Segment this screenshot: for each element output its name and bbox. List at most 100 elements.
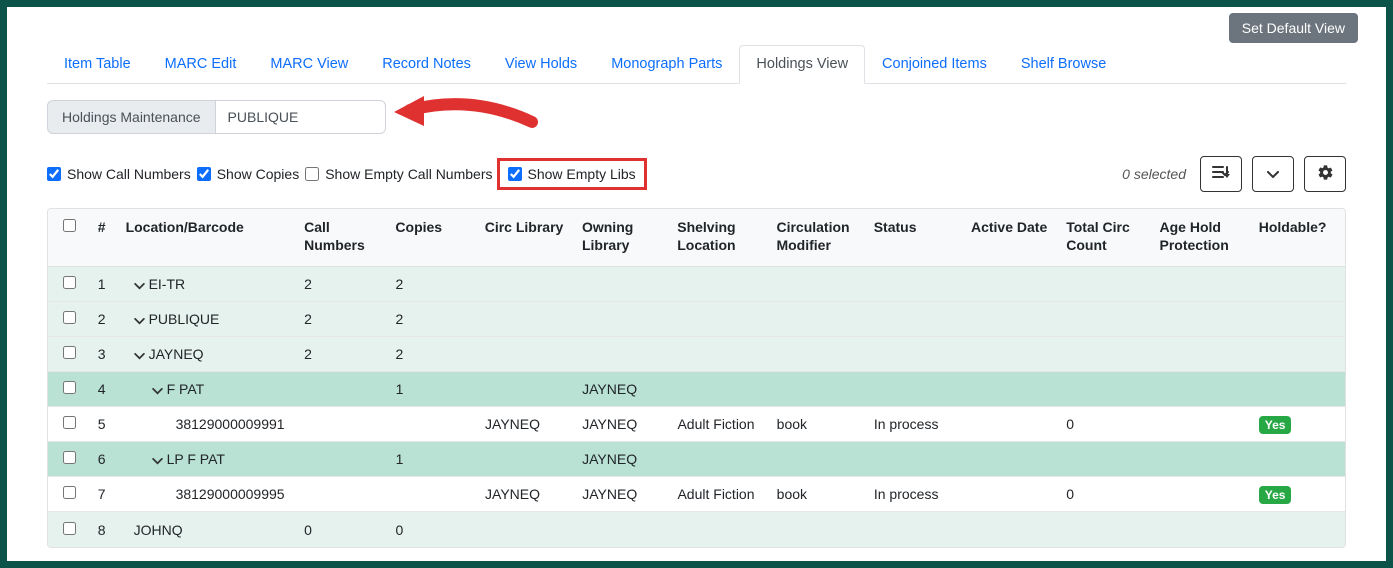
row-checkbox[interactable] bbox=[63, 311, 76, 324]
row-index: 8 bbox=[92, 514, 120, 546]
chevron-down-icon[interactable] bbox=[152, 452, 163, 468]
sort-list-icon bbox=[1212, 165, 1230, 184]
highlighted-filter-box: Show Empty Libs bbox=[497, 158, 647, 190]
active-date-cell bbox=[965, 451, 1060, 467]
column-header-owning-library[interactable]: Owning Library bbox=[576, 209, 671, 266]
age-hold-cell bbox=[1153, 346, 1252, 362]
row-checkbox[interactable] bbox=[63, 416, 76, 429]
show-empty-libs-label: Show Empty Libs bbox=[528, 166, 636, 182]
column-header-call-numbers[interactable]: Call Numbers bbox=[298, 209, 389, 266]
tab-conjoined-items[interactable]: Conjoined Items bbox=[865, 45, 1004, 83]
table-row[interactable]: 4F PAT1JAYNEQ bbox=[48, 372, 1345, 407]
age-hold-cell bbox=[1153, 522, 1252, 538]
tab-marc-view[interactable]: MARC View bbox=[253, 45, 365, 83]
tab-item-table[interactable]: Item Table bbox=[47, 45, 148, 83]
row-index: 5 bbox=[92, 408, 120, 440]
table-row[interactable]: 2PUBLIQUE22 bbox=[48, 302, 1345, 337]
active-date-cell bbox=[965, 486, 1060, 502]
column-header-circ-modifier[interactable]: Circulation Modifier bbox=[770, 209, 867, 266]
owning-library-cell bbox=[576, 311, 671, 327]
chevron-down-icon[interactable] bbox=[134, 312, 145, 328]
total-circ-cell bbox=[1060, 451, 1153, 467]
row-checkbox[interactable] bbox=[63, 346, 76, 359]
location-barcode-text: PUBLIQUE bbox=[149, 311, 220, 327]
show-empty-call-numbers-checkbox[interactable]: Show Empty Call Numbers bbox=[305, 166, 492, 182]
table-row[interactable]: 538129000009991JAYNEQJAYNEQAdult Fiction… bbox=[48, 407, 1345, 442]
active-date-cell bbox=[965, 276, 1060, 292]
status-cell bbox=[868, 346, 965, 362]
owning-library-cell bbox=[576, 522, 671, 538]
status-cell bbox=[868, 311, 965, 327]
dropdown-actions-button[interactable] bbox=[1252, 156, 1294, 192]
circ-modifier-cell bbox=[770, 276, 867, 292]
holdable-yes-badge: Yes bbox=[1259, 416, 1292, 434]
circ-library-cell bbox=[479, 451, 576, 467]
column-header-age-hold[interactable]: Age Hold Protection bbox=[1154, 209, 1253, 266]
column-header-status[interactable]: Status bbox=[868, 209, 965, 266]
active-date-cell bbox=[965, 381, 1060, 397]
row-checkbox[interactable] bbox=[63, 451, 76, 464]
tab-view-holds[interactable]: View Holds bbox=[488, 45, 594, 83]
location-barcode-text: LP F PAT bbox=[167, 451, 225, 467]
table-row[interactable]: 738129000009995JAYNEQJAYNEQAdult Fiction… bbox=[48, 477, 1345, 512]
holdable-cell bbox=[1253, 346, 1345, 362]
tab-marc-edit[interactable]: MARC Edit bbox=[148, 45, 254, 83]
row-checkbox[interactable] bbox=[63, 522, 76, 535]
call-numbers-cell bbox=[298, 486, 389, 502]
tab-record-notes[interactable]: Record Notes bbox=[365, 45, 488, 83]
table-row[interactable]: 3JAYNEQ22 bbox=[48, 337, 1345, 372]
shelving-location-cell bbox=[671, 346, 770, 362]
location-barcode-text: EI-TR bbox=[149, 276, 186, 292]
active-date-cell bbox=[965, 311, 1060, 327]
circ-library-cell bbox=[479, 311, 576, 327]
column-header-total-circ[interactable]: Total Circ Count bbox=[1060, 209, 1153, 266]
row-checkbox[interactable] bbox=[63, 276, 76, 289]
row-checkbox[interactable] bbox=[63, 486, 76, 499]
table-row[interactable]: 1EI-TR22 bbox=[48, 267, 1345, 302]
location-barcode-text: 38129000009995 bbox=[176, 486, 285, 502]
chevron-down-icon[interactable] bbox=[134, 277, 145, 293]
holdable-cell: Yes bbox=[1253, 478, 1345, 510]
circ-modifier-cell bbox=[770, 522, 867, 538]
copies-cell bbox=[390, 486, 479, 502]
column-header-shelving-location[interactable]: Shelving Location bbox=[671, 209, 770, 266]
location-barcode-text: 38129000009991 bbox=[176, 416, 285, 432]
location-barcode-cell: PUBLIQUE bbox=[120, 303, 299, 335]
column-header-copies[interactable]: Copies bbox=[389, 209, 478, 266]
record-tabs: Item TableMARC EditMARC ViewRecord Notes… bbox=[47, 45, 1346, 84]
table-row[interactable]: 6LP F PAT1JAYNEQ bbox=[48, 442, 1345, 477]
show-call-numbers-checkbox[interactable]: Show Call Numbers bbox=[47, 166, 191, 182]
selected-count: 0 selected bbox=[1122, 166, 1186, 182]
copies-cell bbox=[390, 416, 479, 432]
total-circ-cell bbox=[1060, 522, 1153, 538]
tab-shelf-browse[interactable]: Shelf Browse bbox=[1004, 45, 1123, 83]
select-all-checkbox[interactable] bbox=[63, 219, 76, 232]
tab-monograph-parts[interactable]: Monograph Parts bbox=[594, 45, 739, 83]
holdings-search-input[interactable] bbox=[216, 100, 386, 134]
tab-holdings-view[interactable]: Holdings View bbox=[739, 45, 865, 84]
column-header-circ-library[interactable]: Circ Library bbox=[479, 209, 576, 266]
row-index: 4 bbox=[92, 373, 120, 405]
settings-button[interactable] bbox=[1304, 156, 1346, 192]
sort-options-button[interactable] bbox=[1200, 156, 1242, 192]
table-row[interactable]: 8JOHNQ00 bbox=[48, 512, 1345, 547]
column-header-num[interactable]: # bbox=[92, 209, 120, 266]
total-circ-cell bbox=[1060, 311, 1153, 327]
show-copies-label: Show Copies bbox=[217, 166, 300, 182]
owning-library-cell: JAYNEQ bbox=[576, 408, 671, 440]
column-header-active-date[interactable]: Active Date bbox=[965, 209, 1060, 266]
chevron-down-icon[interactable] bbox=[134, 347, 145, 363]
copies-cell: 1 bbox=[390, 443, 479, 475]
column-header-holdable[interactable]: Holdable? bbox=[1253, 209, 1345, 266]
circ-library-cell bbox=[479, 381, 576, 397]
circ-modifier-cell bbox=[771, 381, 868, 397]
circ-library-cell: JAYNEQ bbox=[479, 408, 576, 440]
row-checkbox[interactable] bbox=[63, 381, 76, 394]
shelving-location-cell bbox=[671, 522, 770, 538]
holdings-maintenance-button[interactable]: Holdings Maintenance bbox=[47, 100, 216, 134]
show-empty-libs-checkbox[interactable]: Show Empty Libs bbox=[508, 166, 636, 182]
column-header-location[interactable]: Location/Barcode bbox=[120, 209, 299, 266]
show-copies-checkbox[interactable]: Show Copies bbox=[197, 166, 300, 182]
chevron-down-icon[interactable] bbox=[152, 382, 163, 398]
grid-header-row: # Location/Barcode Call Numbers Copies C… bbox=[48, 209, 1345, 267]
